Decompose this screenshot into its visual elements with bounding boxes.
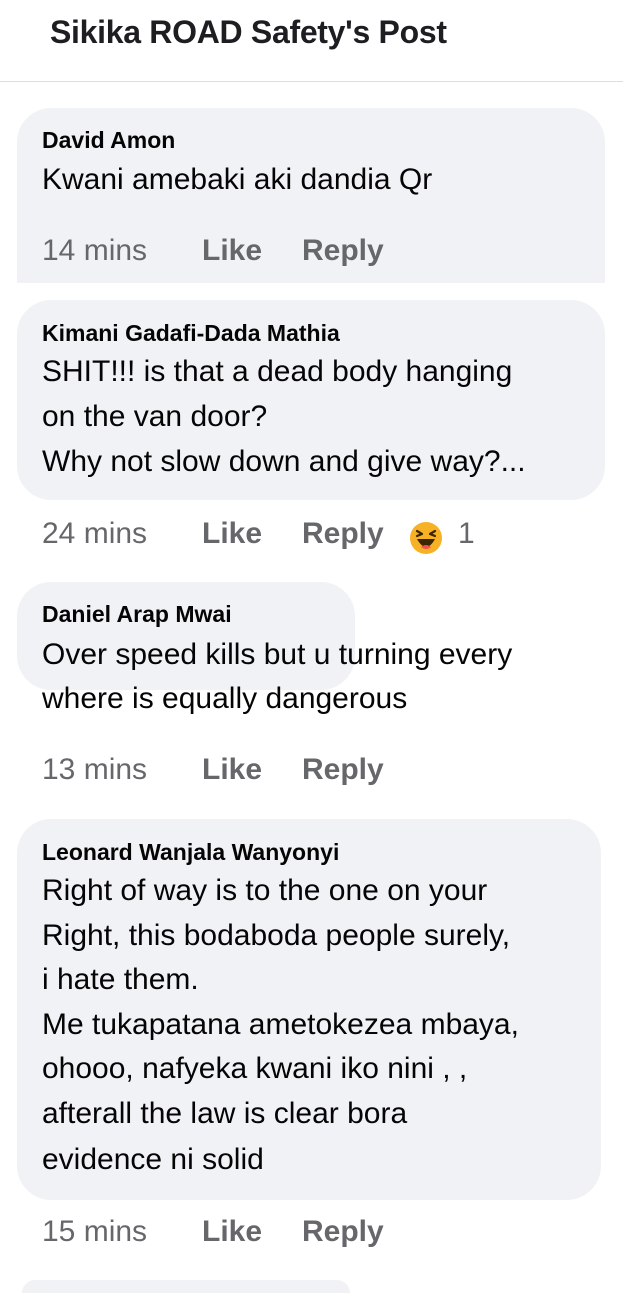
comment-text-line: Me tukapatana ametokezea mbaya,	[42, 1008, 519, 1041]
reply-button[interactable]: Reply	[302, 1215, 384, 1249]
post-header: Sikika ROAD Safety's Post	[0, 0, 623, 82]
comment-text-line: Over speed kills but u turning every	[42, 638, 513, 671]
haha-emoji-icon[interactable]	[409, 521, 443, 555]
comment-text-line: on the van door?	[42, 400, 268, 433]
comment-text-line: Why not slow down and give way?...	[42, 445, 526, 478]
comment-actions: 24 mins Like Reply 1	[42, 517, 562, 561]
comment-text-line: ohooo, nafyeka kwani iko nini , ,	[42, 1052, 468, 1085]
like-button[interactable]: Like	[202, 234, 262, 268]
comment-author[interactable]: Kimani Gadafi-Dada Mathia	[42, 320, 340, 347]
comment-text-line: Right, this bodaboda people surely,	[42, 919, 511, 952]
comment-text-line: Right of way is to the one on your	[42, 874, 488, 907]
reply-button[interactable]: Reply	[302, 753, 384, 787]
comment-author[interactable]: Leonard Wanjala Wanyonyi	[42, 839, 339, 866]
comment-author[interactable]: David Amon	[42, 127, 175, 154]
comment-text-line: i hate them.	[42, 963, 199, 996]
like-button[interactable]: Like	[202, 517, 262, 551]
comment-bubble-partial	[22, 1280, 350, 1293]
comment-author[interactable]: Daniel Arap Mwai	[42, 601, 232, 628]
like-button[interactable]: Like	[202, 1215, 262, 1249]
like-button[interactable]: Like	[202, 753, 262, 787]
comment-text: Kwani amebaki aki dandia Qr	[42, 163, 433, 196]
comment-timestamp[interactable]: 14 mins	[42, 234, 147, 268]
comment-timestamp[interactable]: 15 mins	[42, 1215, 147, 1249]
reply-button[interactable]: Reply	[302, 517, 384, 551]
comment-text-line: where is equally dangerous	[42, 682, 408, 715]
reaction-count[interactable]: 1	[458, 517, 475, 551]
comment-text-line: SHIT!!! is that a dead body hanging	[42, 355, 513, 388]
comment-timestamp[interactable]: 24 mins	[42, 517, 147, 551]
comment-text-line: afterall the law is clear bora	[42, 1097, 408, 1130]
reply-button[interactable]: Reply	[302, 234, 384, 268]
comment-timestamp[interactable]: 13 mins	[42, 753, 147, 787]
page-title: Sikika ROAD Safety's Post	[50, 14, 447, 50]
comment-text-line: evidence ni solid	[42, 1143, 264, 1176]
